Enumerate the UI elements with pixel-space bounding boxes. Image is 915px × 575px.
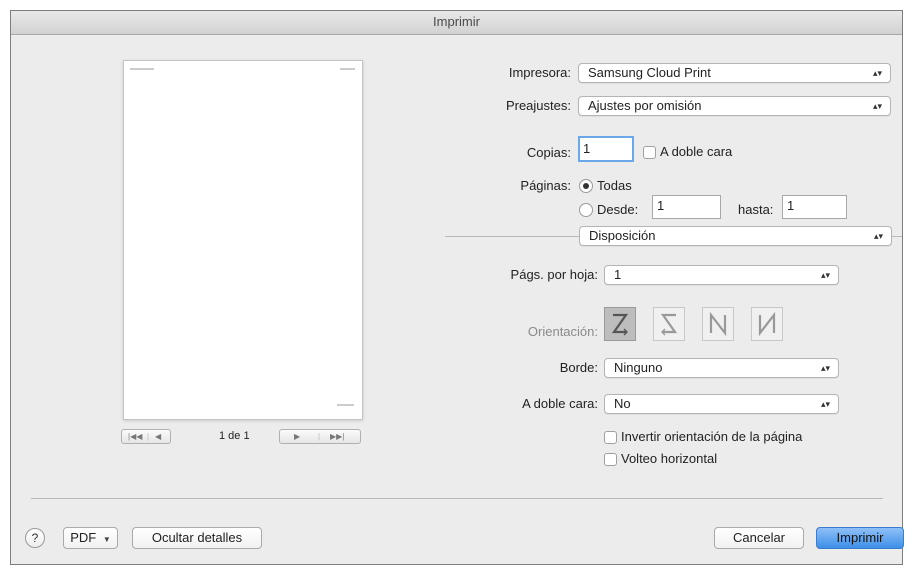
last-page-icon[interactable]: ▶▶| xyxy=(330,432,344,441)
print-button[interactable]: Imprimir xyxy=(816,527,904,549)
next-page-icon[interactable]: ▶ xyxy=(294,432,300,441)
updown-chevron-icon: ▴▾ xyxy=(872,68,882,78)
orientation-z-option[interactable] xyxy=(604,307,636,341)
layout-reverse-n-icon xyxy=(758,312,776,336)
pages-per-sheet-popup[interactable]: 1 ▴▾ xyxy=(604,265,839,285)
preview-footer xyxy=(337,404,354,406)
preview-nav-forward: ▶ | ▶▶| xyxy=(279,429,361,444)
pages-range-radio[interactable] xyxy=(579,203,593,217)
pages-label: Páginas: xyxy=(520,178,571,193)
two-sided-checkbox[interactable] xyxy=(643,146,656,159)
printer-value: Samsung Cloud Print xyxy=(588,65,711,80)
cancel-button[interactable]: Cancelar xyxy=(714,527,804,549)
presets-value: Ajustes por omisión xyxy=(588,98,702,113)
orientation-reverse-n-option[interactable] xyxy=(751,307,783,341)
presets-label: Preajustes: xyxy=(505,98,571,113)
orientation-n-option[interactable] xyxy=(702,307,734,341)
updown-chevron-icon: ▴▾ xyxy=(820,363,830,373)
dropdown-triangle-icon: ▼ xyxy=(102,535,111,544)
section-popup[interactable]: Disposición ▴▾ xyxy=(579,226,892,246)
help-icon: ? xyxy=(31,531,39,545)
updown-chevron-icon: ▴▾ xyxy=(820,399,830,409)
copies-input[interactable]: 1 xyxy=(578,136,634,162)
pages-to-label: hasta: xyxy=(738,202,774,217)
pages-from-label: Desde: xyxy=(597,202,639,217)
orientation-label: Orientación: xyxy=(527,324,598,339)
two-sided-layout-label: A doble cara: xyxy=(522,396,598,411)
layout-z-icon xyxy=(611,313,629,336)
layout-n-icon xyxy=(709,312,727,336)
pages-per-sheet-value: 1 xyxy=(614,267,622,282)
footer-separator xyxy=(31,498,883,499)
two-sided-label: A doble cara xyxy=(660,144,733,159)
pdf-menu-button[interactable]: PDF ▼ xyxy=(63,527,118,549)
page-preview xyxy=(123,60,363,420)
two-sided-value: No xyxy=(614,396,631,411)
pages-all-radio[interactable] xyxy=(579,179,593,193)
border-popup[interactable]: Ninguno ▴▾ xyxy=(604,358,839,378)
reverse-orientation-label: Invertir orientación de la página xyxy=(621,429,803,444)
pages-to-input[interactable]: 1 xyxy=(782,195,847,219)
section-separator-left xyxy=(445,236,579,237)
copies-label: Copias: xyxy=(526,145,571,160)
updown-chevron-icon: ▴▾ xyxy=(820,270,830,280)
layout-s-icon xyxy=(660,313,678,336)
preview-nav-back: |◀◀ | ◀ xyxy=(121,429,171,444)
updown-chevron-icon: ▴▾ xyxy=(873,231,883,241)
reverse-orientation-checkbox[interactable] xyxy=(604,431,617,444)
section-separator-right xyxy=(892,236,902,237)
border-value: Ninguno xyxy=(614,360,663,375)
print-dialog: Imprimir |◀◀ | ◀ 1 de 1 ▶ | ▶▶| Impresor… xyxy=(10,10,904,565)
presets-popup[interactable]: Ajustes por omisión ▴▾ xyxy=(578,96,891,116)
pdf-label: PDF xyxy=(70,530,97,545)
flip-horizontal-checkbox[interactable] xyxy=(604,453,617,466)
border-label: Borde: xyxy=(559,360,598,375)
window-title: Imprimir xyxy=(11,11,902,35)
pages-per-sheet-label: Págs. por hoja: xyxy=(510,267,598,282)
section-value: Disposición xyxy=(589,228,656,243)
preview-header-left xyxy=(130,68,154,70)
pages-from-input[interactable]: 1 xyxy=(652,195,721,219)
help-button[interactable]: ? xyxy=(25,528,45,548)
orientation-s-option[interactable] xyxy=(653,307,685,341)
printer-popup[interactable]: Samsung Cloud Print ▴▾ xyxy=(578,63,891,83)
preview-header-right xyxy=(340,68,355,70)
hide-details-button[interactable]: Ocultar detalles xyxy=(132,527,262,549)
updown-chevron-icon: ▴▾ xyxy=(872,101,882,111)
first-page-icon[interactable]: |◀◀ xyxy=(128,432,142,441)
pages-all-label: Todas xyxy=(597,178,632,193)
two-sided-popup[interactable]: No ▴▾ xyxy=(604,394,839,414)
printer-label: Impresora: xyxy=(508,65,571,80)
page-indicator: 1 de 1 xyxy=(219,430,250,442)
previous-page-icon[interactable]: ◀ xyxy=(155,432,161,441)
flip-horizontal-label: Volteo horizontal xyxy=(621,451,718,466)
